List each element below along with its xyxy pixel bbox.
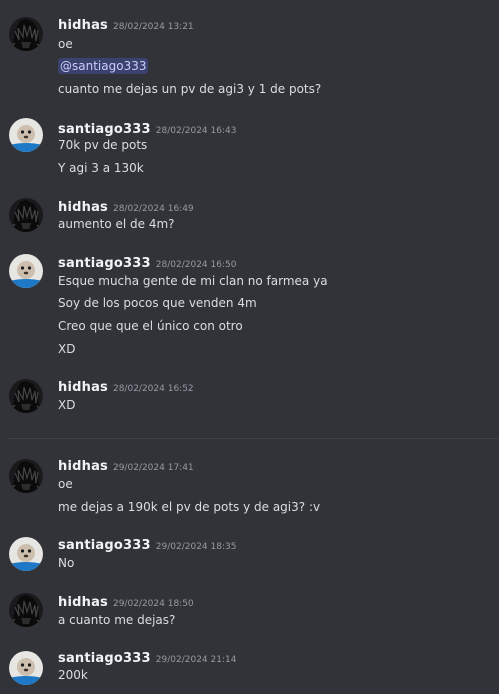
message-text: XD xyxy=(58,342,76,356)
date-divider xyxy=(8,438,499,439)
user-mention[interactable]: @santiago333 xyxy=(58,58,149,74)
timestamp: 29/02/2024 21:14 xyxy=(155,655,237,665)
dark-anime-avatar-icon[interactable] xyxy=(9,198,43,232)
username[interactable]: hidhas xyxy=(58,18,108,33)
username[interactable]: santiago333 xyxy=(58,651,151,666)
seal-avatar-icon[interactable] xyxy=(9,651,43,685)
message-text: No xyxy=(58,556,75,570)
timestamp: 28/02/2024 13:21 xyxy=(112,22,194,32)
message-text: Y agi 3 a 130k xyxy=(58,161,144,175)
message-text: oe xyxy=(58,37,73,51)
message-text: a cuanto me dejas? xyxy=(58,613,176,627)
username[interactable]: santiago333 xyxy=(58,256,151,271)
username[interactable]: santiago333 xyxy=(58,538,151,553)
message-text: aumento el de 4m? xyxy=(58,217,175,231)
dark-anime-avatar-icon[interactable] xyxy=(9,593,43,627)
message-text: Creo que que el único con otro xyxy=(58,319,243,333)
username[interactable]: hidhas xyxy=(58,380,108,395)
timestamp: 29/02/2024 17:41 xyxy=(112,463,194,473)
username[interactable]: hidhas xyxy=(58,459,108,474)
message-text: Esque mucha gente de mi clan no farmea y… xyxy=(58,274,328,288)
message-text: cuanto me dejas un pv de agi3 y 1 de pot… xyxy=(58,82,322,96)
dark-anime-avatar-icon[interactable] xyxy=(9,17,43,51)
seal-avatar-icon[interactable] xyxy=(9,118,43,152)
dark-anime-avatar-icon[interactable] xyxy=(9,379,43,413)
timestamp: 28/02/2024 16:43 xyxy=(155,126,237,136)
timestamp: 28/02/2024 16:50 xyxy=(155,260,237,270)
message-text: Soy de los pocos que venden 4m xyxy=(58,296,257,310)
message-text: XD xyxy=(58,398,76,412)
timestamp: 28/02/2024 16:52 xyxy=(112,384,194,394)
message-text: me dejas a 190k el pv de pots y de agi3?… xyxy=(58,500,321,514)
seal-avatar-icon[interactable] xyxy=(9,537,43,571)
dark-anime-avatar-icon[interactable] xyxy=(9,459,43,493)
timestamp: 29/02/2024 18:50 xyxy=(112,599,194,609)
username[interactable]: santiago333 xyxy=(58,122,151,137)
message-text: 200k xyxy=(58,668,88,682)
username[interactable]: hidhas xyxy=(58,200,108,215)
timestamp: 28/02/2024 16:49 xyxy=(112,204,194,214)
message-line: @santiago333 xyxy=(58,58,149,74)
message-text: oe xyxy=(58,477,73,491)
timestamp: 29/02/2024 18:35 xyxy=(155,542,237,552)
username[interactable]: hidhas xyxy=(58,595,108,610)
seal-avatar-icon[interactable] xyxy=(9,254,43,288)
message-text: 70k pv de pots xyxy=(58,138,148,152)
